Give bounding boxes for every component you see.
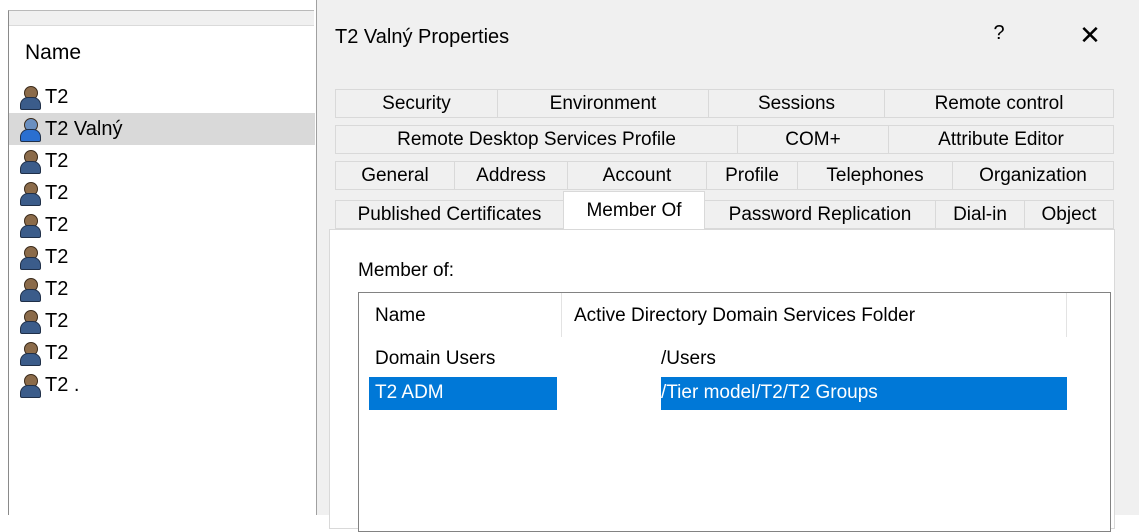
tab-organization[interactable]: Organization xyxy=(952,161,1114,190)
group-folder-cell: /Users xyxy=(661,348,716,369)
user-label: T2 xyxy=(45,85,69,108)
tab-account[interactable]: Account xyxy=(567,161,707,190)
user-icon xyxy=(19,117,41,142)
tab-profile[interactable]: Profile xyxy=(706,161,798,190)
user-list-item[interactable]: T2 . xyxy=(19,369,315,401)
tab-general[interactable]: General xyxy=(335,161,455,190)
user-list: T2 T2 Valný T2 T2 T2 T2 T2 T2 T2 T2 . xyxy=(9,81,315,401)
user-label: T2 xyxy=(45,245,69,268)
listview-header: Name Active Directory Domain Services Fo… xyxy=(359,293,1110,337)
user-list-item[interactable]: T2 xyxy=(19,145,315,177)
properties-dialog: T2 Valný Properties ? ✕ Security Environ… xyxy=(316,0,1139,532)
group-name-cell: T2 ADM xyxy=(375,382,444,403)
left-panel-topbar xyxy=(9,11,314,26)
group-row-t2-adm[interactable]: T2 ADM /Tier model/T2/T2 Groups xyxy=(359,377,1110,410)
user-label: T2 xyxy=(45,213,69,236)
user-label: T2 . xyxy=(45,373,80,396)
member-of-panel: Member of: Name Active Directory Domain … xyxy=(329,229,1115,532)
user-list-item[interactable]: T2 xyxy=(19,209,315,241)
user-icon xyxy=(19,181,41,206)
user-label: T2 xyxy=(45,149,69,172)
user-list-item-selected[interactable]: T2 Valný xyxy=(9,113,315,145)
user-label: T2 Valný xyxy=(45,117,123,140)
column-header-folder[interactable]: Active Directory Domain Services Folder xyxy=(574,305,915,327)
user-label: T2 xyxy=(45,181,69,204)
user-icon xyxy=(19,149,41,174)
user-list-item[interactable]: T2 xyxy=(19,81,315,113)
user-list-item[interactable]: T2 xyxy=(19,273,315,305)
user-list-item[interactable]: T2 xyxy=(19,337,315,369)
users-list-panel: Name T2 T2 Valný T2 T2 T2 T2 T2 T2 T2 T2… xyxy=(8,10,315,515)
tab-password-replication[interactable]: Password Replication xyxy=(704,200,936,229)
tab-security[interactable]: Security xyxy=(335,89,498,118)
user-list-item[interactable]: T2 xyxy=(19,305,315,337)
name-column-header[interactable]: Name xyxy=(25,41,81,65)
user-list-item[interactable]: T2 xyxy=(19,241,315,273)
user-icon xyxy=(19,245,41,270)
close-button[interactable]: ✕ xyxy=(1075,22,1105,52)
tab-published-certificates[interactable]: Published Certificates xyxy=(335,200,564,229)
tab-com-plus[interactable]: COM+ xyxy=(737,125,889,154)
group-row-domain-users[interactable]: Domain Users /Users xyxy=(359,343,1110,376)
user-list-item[interactable]: T2 xyxy=(19,177,315,209)
user-icon xyxy=(19,309,41,334)
tab-telephones[interactable]: Telephones xyxy=(797,161,953,190)
tab-sessions[interactable]: Sessions xyxy=(708,89,885,118)
user-icon xyxy=(19,85,41,110)
tab-remote-control[interactable]: Remote control xyxy=(884,89,1114,118)
tab-object[interactable]: Object xyxy=(1024,200,1114,229)
column-divider[interactable] xyxy=(561,293,562,337)
tab-environment[interactable]: Environment xyxy=(497,89,709,118)
column-header-name[interactable]: Name xyxy=(375,305,426,327)
user-icon xyxy=(19,341,41,366)
member-of-listview[interactable]: Name Active Directory Domain Services Fo… xyxy=(358,292,1111,532)
member-of-label: Member of: xyxy=(358,260,455,281)
column-divider[interactable] xyxy=(1066,293,1067,337)
tab-address[interactable]: Address xyxy=(454,161,568,190)
help-button[interactable]: ? xyxy=(989,22,1009,48)
tab-dial-in[interactable]: Dial-in xyxy=(935,200,1025,229)
user-icon xyxy=(19,277,41,302)
group-folder-cell: /Tier model/T2/T2 Groups xyxy=(661,382,878,403)
tab-remote-desktop-services-profile[interactable]: Remote Desktop Services Profile xyxy=(335,125,738,154)
tab-member-of[interactable]: Member Of xyxy=(563,191,705,229)
user-label: T2 xyxy=(45,309,69,332)
user-icon xyxy=(19,213,41,238)
tab-attribute-editor[interactable]: Attribute Editor xyxy=(888,125,1114,154)
group-name-cell: Domain Users xyxy=(375,348,496,369)
user-label: T2 xyxy=(45,341,69,364)
dialog-title: T2 Valný Properties xyxy=(335,26,510,48)
user-label: T2 xyxy=(45,277,69,300)
user-icon xyxy=(19,373,41,398)
